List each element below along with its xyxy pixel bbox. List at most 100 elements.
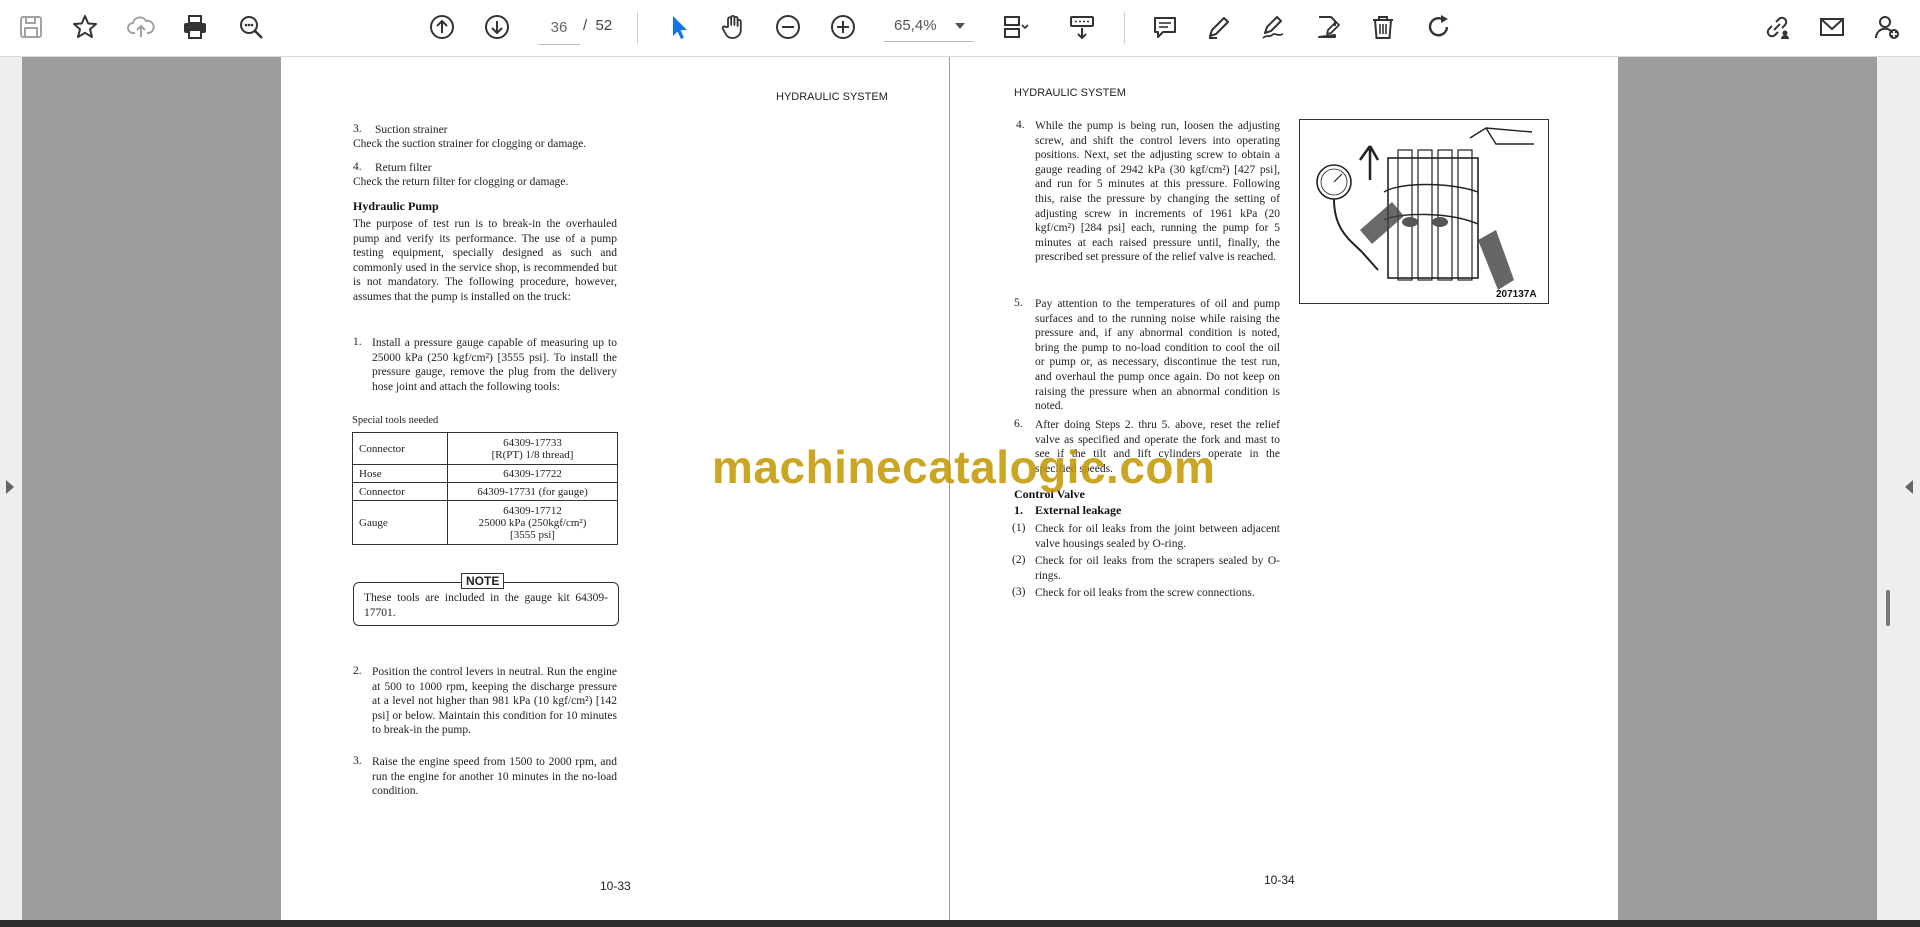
delete-button[interactable] — [1366, 10, 1400, 44]
highlight-button[interactable] — [1202, 10, 1236, 44]
paragraph: Check for oil leaks from the scrapers se… — [1035, 555, 1280, 582]
account-button[interactable] — [1870, 10, 1904, 44]
user-add-icon — [1874, 16, 1899, 39]
running-head: HYDRAULIC SYSTEM — [776, 91, 888, 103]
plus-circle-icon — [831, 15, 855, 39]
star-icon — [73, 15, 97, 38]
zoom-out-button[interactable] — [771, 10, 805, 44]
item-title: Return filter — [375, 162, 432, 174]
paragraph: Pay attention to the temperatures of oil… — [1035, 298, 1280, 413]
save-icon — [20, 16, 42, 38]
mail-icon — [1820, 18, 1844, 36]
minus-circle-icon — [776, 15, 800, 39]
step-number: 5. — [1014, 297, 1023, 309]
left-panel-toggle-strip[interactable] — [0, 57, 22, 920]
bottom-status-bar — [0, 920, 1920, 927]
comment-icon — [1154, 17, 1176, 38]
scroll-mode-icon — [1070, 16, 1094, 40]
item-number: 4. — [353, 161, 362, 173]
paragraph: While the pump is being run, loosen the … — [1035, 120, 1280, 264]
page-total: / 52 — [583, 17, 613, 34]
right-panel-toggle-strip[interactable] — [1877, 57, 1920, 920]
pressure-gauge-figure: 207137A — [1299, 119, 1549, 304]
comment-button[interactable] — [1148, 10, 1182, 44]
table-caption: Special tools needed — [352, 415, 439, 426]
paragraph: Install a pressure gauge capable of meas… — [372, 337, 617, 393]
save-button[interactable] — [14, 10, 48, 44]
paragraph: Check the return filter for clogging or … — [353, 176, 569, 188]
step-number: 3. — [353, 755, 362, 767]
email-button[interactable] — [1815, 10, 1849, 44]
trash-icon — [1373, 16, 1393, 39]
select-tool-button[interactable] — [662, 10, 696, 44]
section-heading: Hydraulic Pump — [353, 199, 439, 213]
share-link-button[interactable] — [1760, 10, 1794, 44]
note-text: These tools are included in the gauge ki… — [364, 592, 608, 619]
paragraph: Position the control levers in neutral. … — [372, 666, 617, 737]
chevron-down-icon — [955, 23, 965, 29]
sign-button[interactable] — [1256, 10, 1290, 44]
bookmark-button[interactable] — [68, 10, 102, 44]
page-folio: 10-34 — [1264, 873, 1295, 887]
print-button[interactable] — [178, 10, 212, 44]
table-cell: 64309-17722 — [447, 464, 618, 483]
vertical-scrollbar-thumb[interactable] — [1886, 590, 1890, 626]
table-row: Connector 64309-17733 [R(PT) 1/8 thread] — [352, 432, 618, 465]
table-row: Connector 64309-17731 (for gauge) — [352, 482, 618, 501]
paragraph: The purpose of test run is to break-in t… — [353, 218, 617, 303]
table-cell: Connector — [352, 482, 448, 501]
table-cell: 64309-17731 (for gauge) — [447, 482, 618, 501]
table-row: Hose 64309-17722 — [352, 464, 618, 483]
zoom-in-button[interactable] — [826, 10, 860, 44]
signature-icon — [1262, 16, 1284, 39]
list-number: (1) — [1012, 522, 1026, 534]
list-number: (3) — [1012, 586, 1026, 598]
printer-icon — [184, 15, 206, 39]
paragraph: Check for oil leaks from the joint betwe… — [1035, 523, 1280, 550]
chevron-left-icon[interactable] — [1905, 480, 1913, 494]
table-row: Gauge 64309-17712 25000 kPa (250kgf/cm²)[… — [352, 500, 618, 545]
cloud-upload-icon — [127, 16, 155, 37]
hand-tool-button[interactable] — [716, 10, 750, 44]
hand-icon — [721, 15, 742, 39]
fill-and-sign-button[interactable] — [1311, 10, 1345, 44]
pen-icon — [1209, 17, 1229, 39]
subheading: External leakage — [1035, 503, 1122, 517]
find-button[interactable] — [234, 10, 268, 44]
cursor-icon — [673, 16, 687, 39]
step-number: 4. — [1016, 119, 1025, 131]
chevron-right-icon[interactable] — [6, 480, 14, 494]
zoom-search-icon — [240, 16, 263, 39]
note-label: NOTE — [461, 573, 505, 589]
list-number: (2) — [1012, 554, 1026, 566]
table-cell: 64309-17733 [R(PT) 1/8 thread] — [447, 432, 618, 465]
upload-button[interactable] — [124, 10, 158, 44]
page-folio: 10-33 — [600, 879, 631, 893]
page-layout-icon — [1004, 16, 1029, 38]
paragraph: Check for oil leaks from the screw conne… — [1035, 587, 1255, 599]
running-head: HYDRAULIC SYSTEM — [1014, 87, 1126, 99]
page-display-button[interactable] — [998, 10, 1032, 44]
tools-table: Connector 64309-17733 [R(PT) 1/8 thread] … — [352, 432, 618, 545]
subheading-number: 1. — [1014, 503, 1023, 517]
toolbar: / 52 65,4% — [0, 0, 1920, 57]
table-cell: Connector — [352, 432, 448, 465]
page-number-input[interactable] — [538, 10, 580, 45]
item-number: 3. — [353, 123, 362, 135]
arrow-up-circle-icon — [430, 15, 454, 39]
watermark: machinecatalogic.com — [712, 441, 1216, 493]
table-cell: Gauge — [352, 500, 448, 545]
paragraph: Check the suction strainer for clogging … — [353, 138, 587, 150]
item-title: Suction strainer — [375, 124, 448, 136]
step-number: 1. — [353, 336, 362, 348]
step-number: 6. — [1014, 418, 1023, 430]
table-cell: 64309-17712 25000 kPa (250kgf/cm²) [3555 p… — [447, 500, 618, 545]
paragraph: Raise the engine speed from 1500 to 2000… — [372, 756, 617, 798]
rotate-button[interactable] — [1422, 10, 1456, 44]
previous-page-button[interactable] — [425, 10, 459, 44]
link-user-icon — [1766, 16, 1789, 39]
next-page-button[interactable] — [480, 10, 514, 44]
rotate-clockwise-icon — [1428, 15, 1449, 37]
step-number: 2. — [353, 665, 362, 677]
keyboard-scroll-button[interactable] — [1065, 10, 1099, 44]
